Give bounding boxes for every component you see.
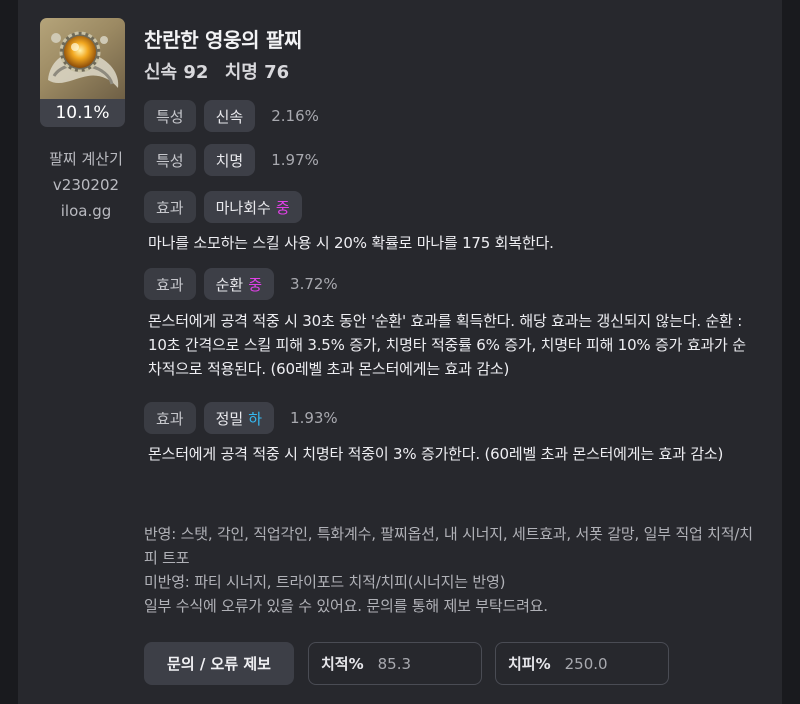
calculator-info: 팔찌 계산기 v230202 iloa.gg [40,146,132,224]
option-name-chip: 마나회수 중 [203,191,302,223]
notes-warning: 일부 수식에 오류가 있을 수 있어요. 문의를 통해 제보 부탁드려요. [144,597,548,615]
crit-damage-value[interactable]: 250.0 [565,655,608,673]
crit-rate-value[interactable]: 85.3 [378,655,411,673]
stat-crit: 치명 76 [224,62,290,83]
option-description: 몬스터에게 공격 적중 시 치명타 적중이 3% 증가한다. (60레벨 초과 … [148,445,724,463]
crit-damage-field[interactable]: 치피% 250.0 [495,642,669,685]
item-stats: 신속 92 치명 76 [144,58,299,84]
crit-rate-field[interactable]: 치적% 85.3 [308,642,482,685]
crit-rate-label: 치적% [321,655,364,673]
option-value: 3.72% [290,275,338,293]
option-type-tag: 특성 [144,100,196,132]
item-name: 찬란한 영웅의 팔찌 [144,28,303,52]
calculator-name: 팔찌 계산기 [49,150,123,168]
option-type-tag: 효과 [144,268,196,300]
option-row: 효과 순환 중 3.72% [144,268,338,300]
calculator-site: iloa.gg [60,202,112,220]
bracelet-percent: 10.1% [40,99,125,127]
option-row: 특성 치명 1.97% [144,144,319,176]
stat-speed: 신속 92 [144,62,209,83]
option-name: 신속 [215,107,244,126]
option-name-chip: 정밀 하 [203,402,275,434]
option-name: 순환 [215,275,244,294]
bracelet-icon [40,18,125,100]
report-error-button[interactable]: 문의 / 오류 제보 [144,642,294,685]
crit-damage-label: 치피% [508,655,551,673]
option-row: 효과 마나회수 중 [144,191,302,223]
option-grade-low: 하 [248,409,263,428]
option-name-chip: 치명 [203,144,256,176]
notes-applied: 반영: 스탯, 각인, 직업각인, 특화계수, 팔찌옵션, 내 시너지, 세트효… [144,525,753,567]
option-row: 특성 신속 2.16% [144,100,319,132]
option-value: 1.93% [290,409,338,427]
notes-not-applied: 미반영: 파티 시너지, 트라이포드 치적/치피(시너지는 반영) [144,573,506,591]
option-description: 마나를 소모하는 스킬 사용 시 20% 확률로 마나를 175 회복한다. [148,234,554,252]
calculator-version: v230202 [52,176,120,194]
option-type-tag: 특성 [144,144,196,176]
option-row: 효과 정밀 하 1.93% [144,402,338,434]
option-type-tag: 효과 [144,402,196,434]
option-value: 1.97% [271,151,319,169]
option-grade-mid: 중 [248,275,263,294]
option-grade-mid: 중 [275,198,290,217]
option-value: 2.16% [271,107,319,125]
option-description: 몬스터에게 공격 적중 시 30초 동안 '순환' 효과를 획득한다. 해당 효… [148,312,746,378]
option-name-chip: 순환 중 [203,268,275,300]
option-name-chip: 신속 [203,100,256,132]
calculation-notes: 반영: 스탯, 각인, 직업각인, 특화계수, 팔찌옵션, 내 시너지, 세트효… [144,522,754,618]
option-name: 마나회수 [215,198,271,217]
option-name: 정밀 [215,409,244,428]
option-type-tag: 효과 [144,191,196,223]
option-name: 치명 [215,151,244,170]
